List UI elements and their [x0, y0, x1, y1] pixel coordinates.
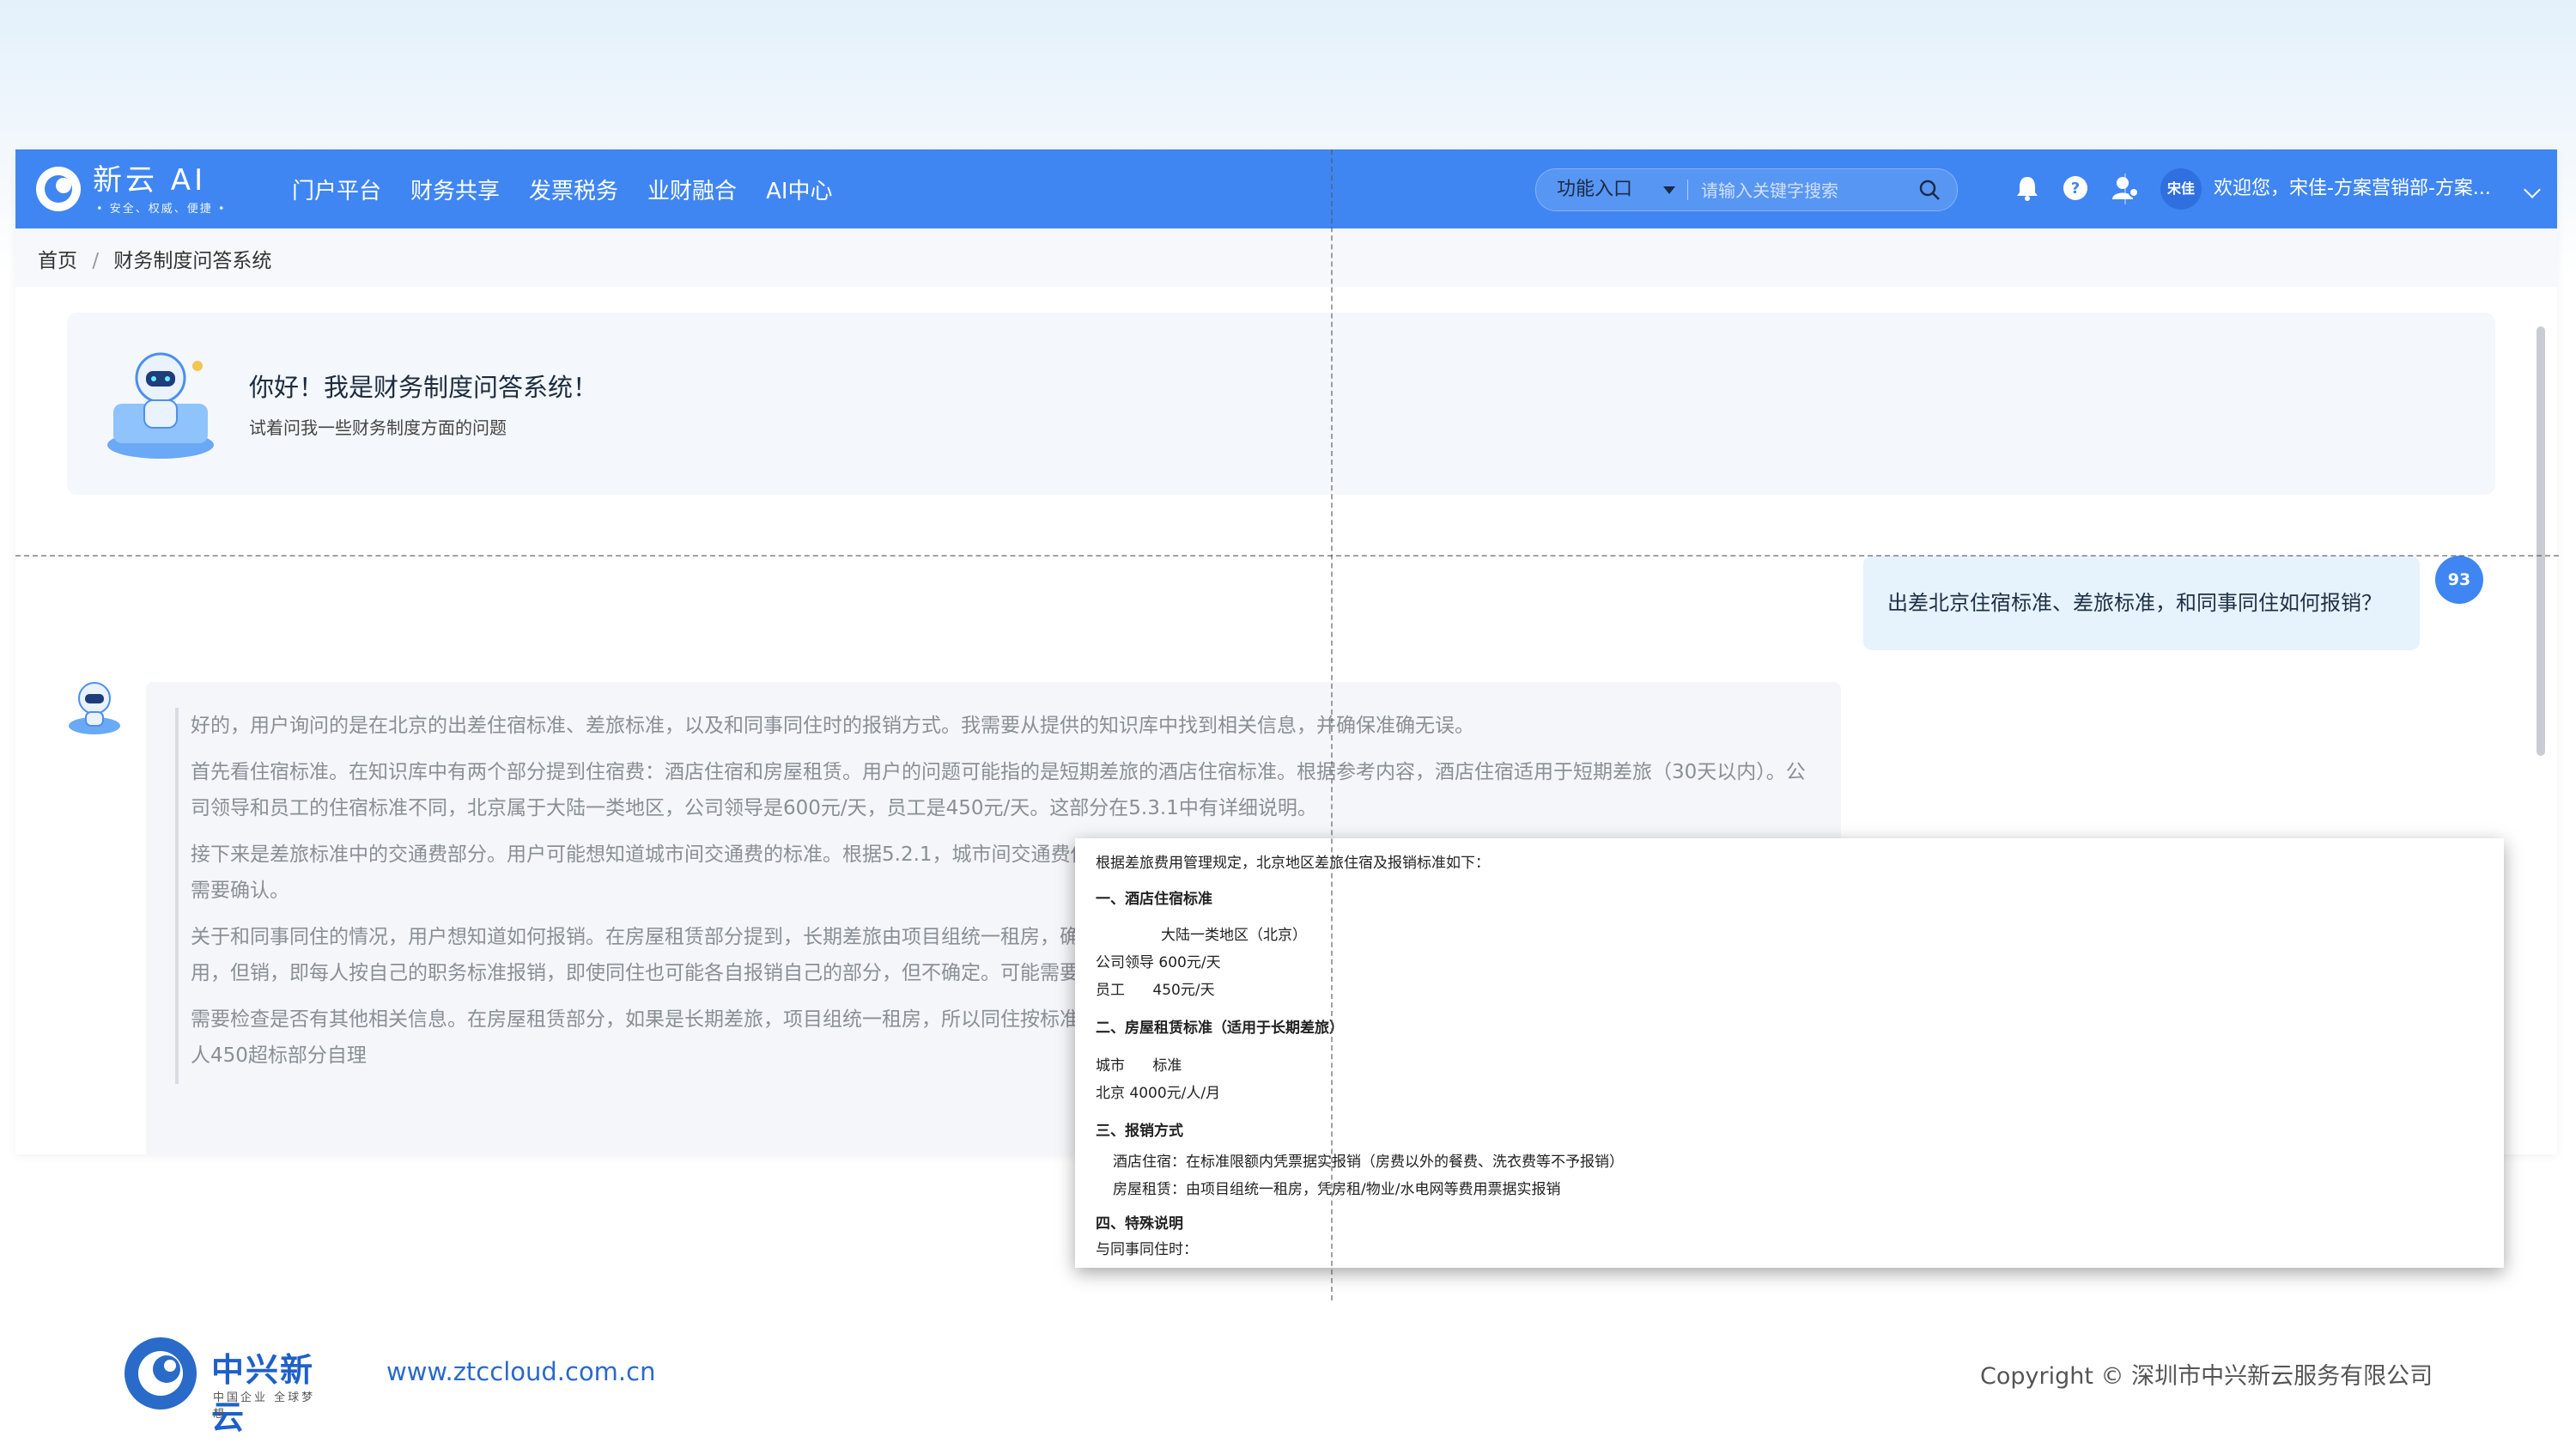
nav-ai-center[interactable]: AI中心 [766, 174, 832, 205]
scrollbar[interactable] [2537, 326, 2545, 756]
svg-text:?: ? [2071, 180, 2080, 198]
bell-icon[interactable] [2013, 174, 2042, 203]
ztc-logo-icon [125, 1337, 197, 1409]
function-search-group: 功能入口 [1535, 168, 1958, 211]
function-select[interactable]: 功能入口 [1557, 169, 1632, 210]
divider [1687, 180, 1688, 200]
crosshair-vertical-guide [1331, 149, 1333, 1300]
crosshair-horizontal-guide [15, 555, 2559, 557]
overlay-heading: 四、特殊说明 [1096, 1215, 1183, 1233]
nav-invoice-tax[interactable]: 发票税务 [529, 174, 618, 205]
overlay-heading: 二、房屋租赁标准（适用于长期差旅） [1096, 1020, 1344, 1037]
answer-detail-screenshot: 根据差旅费用管理规定，北京地区差旅住宿及报销标准如下： 一、酒店住宿标准 大陆一… [1075, 838, 2504, 1268]
nav-portal[interactable]: 门户平台 [292, 174, 381, 205]
overlay-line: 公司领导 600元/天 [1096, 954, 1221, 971]
chevron-down-icon[interactable] [2524, 181, 2541, 198]
welcome-title: 你好！我是财务制度问答系统！ [249, 373, 598, 402]
overlay-line: 与同事同住时： [1096, 1241, 1198, 1258]
footer-logo-slogan: 中国企业 全球梦想 [213, 1391, 316, 1421]
overlay-line: 根据差旅费用管理规定，北京地区差旅住宿及报销标准如下： [1096, 855, 1490, 872]
logo-slogan: • 安全、权威、便捷 • [96, 203, 227, 216]
breadcrumb-separator: / [92, 250, 100, 272]
breadcrumb-home[interactable]: 首页 [38, 250, 77, 272]
overlay-line: 房屋租赁：由项目组统一租房，凭房租/物业/水电网等费用票据实报销 [1113, 1181, 1561, 1198]
footer-url[interactable]: www.ztccloud.com.cn [386, 1357, 655, 1386]
welcome-subtitle: 试着问我一些财务制度方面的问题 [249, 417, 507, 438]
help-icon[interactable]: ? [2061, 174, 2090, 203]
overlay-heading: 三、报销方式 [1096, 1123, 1183, 1140]
divider [2124, 174, 2126, 204]
robot-mascot-icon [107, 352, 214, 459]
footer-logo: 中兴新云 中国企业 全球梦想 [122, 1335, 328, 1436]
search-icon[interactable] [1917, 178, 1941, 202]
top-navbar: 新云 AI • 安全、权威、便捷 • 门户平台 财务共享 发票税务 业财融合 A… [15, 149, 2557, 228]
overlay-line: 北京 4000元/人/月 [1096, 1085, 1221, 1102]
overlay-line: 城市 标准 [1096, 1057, 1182, 1075]
user-message-bubble: 出差北京住宿标准、差旅标准，和同事同住如何报销？ [1863, 556, 2420, 650]
nav-business-finance[interactable]: 业财融合 [647, 174, 737, 205]
chevron-down-icon[interactable] [1663, 186, 1675, 194]
main-nav: 门户平台 财务共享 发票税务 业财融合 AI中心 [292, 149, 862, 228]
xinyun-logo-icon [36, 167, 81, 211]
robot-avatar-icon [69, 682, 120, 734]
avatar[interactable]: 宋佳 [2160, 168, 2202, 210]
answer-paragraph: 好的，用户询问的是在北京的出差住宿标准、差旅标准，以及和同事同住时的报销方式。我… [191, 715, 1474, 737]
answer-paragraph: 首先看住宿标准。在知识库中有两个部分提到住宿费：酒店住宿和房屋租赁。用户的问题可… [191, 761, 1806, 819]
search-input[interactable] [1699, 176, 1909, 205]
breadcrumb: 首页 / 财务制度问答系统 [38, 244, 280, 273]
welcome-card: 你好！我是财务制度问答系统！ 试着问我一些财务制度方面的问题 [67, 313, 2495, 495]
welcome-user-text[interactable]: 欢迎您，宋佳-方案营销部-方案... [2214, 149, 2491, 228]
app-logo[interactable]: 新云 AI • 安全、权威、便捷 • [34, 161, 240, 216]
overlay-line: 酒店住宿：在标准限额内凭票据实报销（房费以外的餐费、洗衣费等不予报销） [1113, 1154, 1624, 1171]
overlay-heading: 一、酒店住宿标准 [1096, 891, 1212, 908]
user-avatar: 93 [2435, 556, 2483, 604]
breadcrumb-current: 财务制度问答系统 [113, 250, 272, 272]
overlay-line: 大陆一类地区（北京） [1161, 927, 1307, 944]
nav-finance-share[interactable]: 财务共享 [410, 174, 500, 205]
overlay-line: 员工 450元/天 [1096, 982, 1215, 999]
logo-name: 新云 AI [93, 163, 207, 198]
footer-copyright: Copyright © 深圳市中兴新云服务有限公司 [1980, 1363, 2433, 1390]
